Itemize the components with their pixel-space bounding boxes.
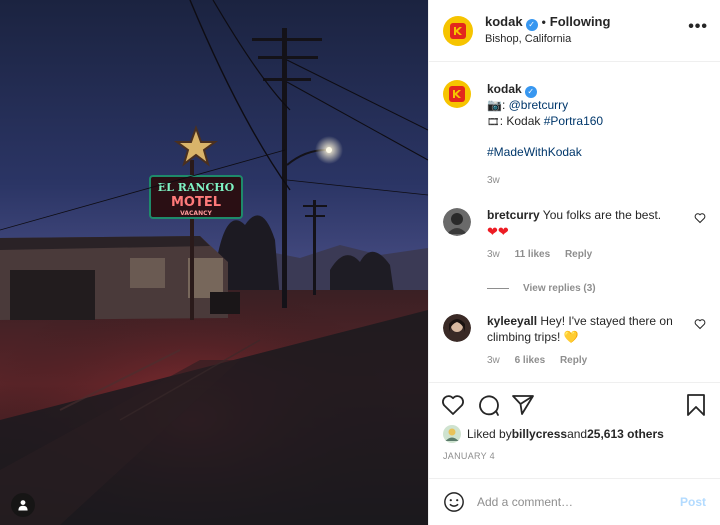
sign-line2: MOTEL [171, 195, 221, 210]
comment-item: kyleeyall Hey! I've stayed there on clim… [443, 314, 706, 369]
comment-text: You folks are the best. [539, 208, 662, 222]
comment-time: 3w [487, 249, 500, 260]
post-header: kodak ✓ • Following Bishop, California ••• [429, 0, 720, 62]
view-replies-line [487, 287, 509, 289]
comment-likes[interactable]: 6 likes [515, 355, 546, 366]
kodak-logo-icon [449, 86, 465, 102]
following-button[interactable]: Following [550, 14, 611, 29]
bretcurry-avatar[interactable] [443, 208, 471, 236]
liker-avatar[interactable] [443, 425, 461, 443]
caption: kodak ✓ 📷: @bretcurry 🎞: Kodak #Portra160… [443, 80, 706, 188]
comment-bubble-icon[interactable] [476, 393, 500, 417]
camera-icon: 📷 [487, 98, 502, 112]
like-comment-heart-icon[interactable] [694, 318, 706, 330]
comment-username[interactable]: bretcurry [487, 208, 540, 222]
location-link[interactable]: Bishop, California [485, 31, 610, 47]
likes-others-link[interactable]: 25,613 others [587, 427, 664, 441]
kodak-logo-icon [450, 22, 466, 39]
post-comment-button[interactable]: Post [680, 495, 706, 509]
comment-likes[interactable]: 11 likes [515, 249, 551, 260]
kyleeyall-avatar[interactable] [443, 314, 471, 342]
likes-middle: and [567, 427, 588, 441]
action-bar: Liked by billycress and 25,613 others JA… [429, 382, 720, 478]
comment-emoji: ❤❤ [487, 223, 509, 239]
add-comment-input[interactable] [477, 495, 680, 509]
save-bookmark-icon[interactable] [684, 393, 708, 417]
caption-line2-prefix: : Kodak [499, 113, 544, 128]
like-heart-icon[interactable] [441, 393, 465, 417]
madewithkodak-hashtag-link[interactable]: #MadeWithKodak [487, 145, 582, 159]
caption-username[interactable]: kodak [487, 82, 522, 96]
post-date: JANUARY 4 [443, 451, 495, 461]
motel-night-photo: EL RANCHO MOTEL VACANCY [0, 0, 428, 525]
emoji-smiley-icon[interactable] [443, 491, 465, 513]
comment-item: bretcurry You folks are the best. ❤❤ 3w … [443, 208, 706, 296]
sign-line1: EL RANCHO [158, 181, 235, 194]
add-comment-bar: Post [429, 478, 720, 525]
person-icon [18, 500, 28, 511]
header-separator: • [541, 15, 546, 29]
share-send-icon[interactable] [511, 393, 535, 417]
caption-time: 3w [487, 174, 500, 186]
portra-hashtag-link[interactable]: #Portra160 [544, 114, 603, 128]
header-info: kodak ✓ • Following Bishop, California [485, 14, 610, 47]
likes-user-link[interactable]: billycress [512, 427, 567, 441]
more-options-icon[interactable]: ••• [688, 19, 708, 35]
comment-emoji: 💛 [563, 329, 579, 344]
comment-time: 3w [487, 355, 500, 366]
post-photo[interactable]: EL RANCHO MOTEL VACANCY [0, 0, 428, 525]
kodak-avatar[interactable] [443, 15, 473, 46]
post-side-panel: kodak ✓ • Following Bishop, California ••• … [428, 0, 720, 525]
comment-username[interactable]: kyleeyall [487, 314, 537, 328]
sign-line3: VACANCY [180, 210, 212, 217]
film-icon: 🎞 [487, 116, 500, 128]
caption-avatar[interactable] [443, 80, 471, 108]
likes-summary: Liked by billycress and 25,613 others [443, 425, 664, 443]
like-comment-heart-icon[interactable] [694, 212, 706, 224]
caption-mention-link[interactable]: @bretcurry [509, 98, 569, 112]
verified-badge-icon: ✓ [525, 19, 538, 31]
header-username[interactable]: kodak [485, 14, 523, 29]
reply-button[interactable]: Reply [565, 249, 592, 260]
post-view: EL RANCHO MOTEL VACANCY kodak ✓ • Follow… [0, 0, 720, 525]
view-replies-button[interactable]: View replies (3) [523, 281, 596, 297]
comments-section: kodak ✓ 📷: @bretcurry 🎞: Kodak #Portra160… [429, 62, 720, 382]
reply-button[interactable]: Reply [560, 355, 587, 366]
likes-prefix: Liked by [467, 427, 512, 441]
verified-badge-icon: ✓ [524, 86, 537, 98]
tagged-users-button[interactable] [11, 493, 35, 517]
